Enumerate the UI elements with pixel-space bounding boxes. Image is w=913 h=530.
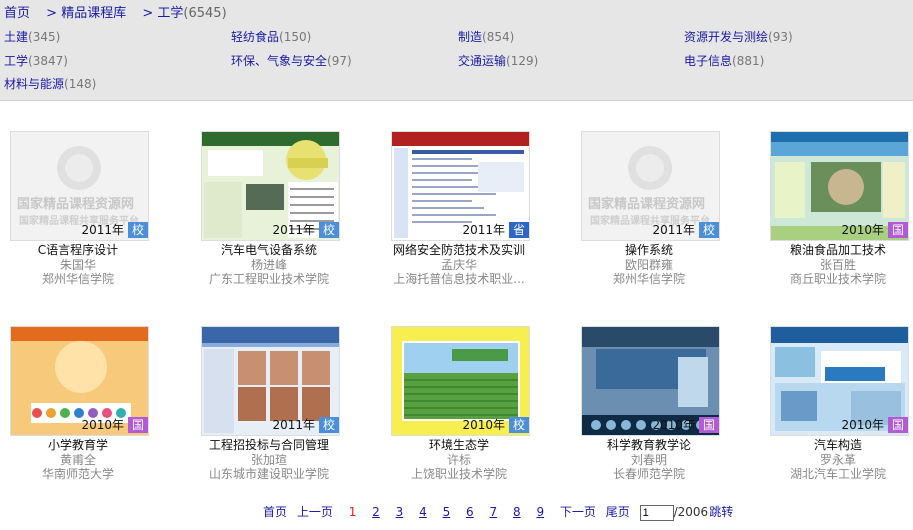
pager-page-1[interactable]: 1 bbox=[349, 505, 357, 519]
pager-go-button[interactable]: 跳转 bbox=[709, 505, 733, 519]
course-thumbnail[interactable]: 2010年校 bbox=[391, 326, 530, 436]
course-thumbnail[interactable]: 2011年省 bbox=[391, 131, 530, 241]
category-count: (345) bbox=[28, 30, 61, 44]
course-year: 2011年 bbox=[462, 223, 505, 237]
course-thumbnail[interactable]: 2011年校 bbox=[201, 131, 340, 241]
category-count: (129) bbox=[506, 54, 539, 68]
course-school: 郑州华信学院 bbox=[41, 272, 114, 286]
pager-page-5[interactable]: 5 bbox=[443, 505, 451, 519]
breadcrumb-home-link[interactable]: 首页 bbox=[4, 6, 30, 21]
course-year: 2011年 bbox=[652, 223, 695, 237]
category-name: 土建 bbox=[4, 30, 29, 44]
course-school: 广东工程职业技术学院 bbox=[208, 272, 329, 286]
course-school: 商丘职业技术学院 bbox=[789, 272, 886, 286]
breadcrumb-count: (6545) bbox=[183, 6, 227, 21]
breadcrumb: 首页 > 精品课程库 > 工学(6545) bbox=[4, 2, 227, 21]
category-count: (148) bbox=[64, 77, 97, 91]
course-year: 2010年 bbox=[652, 418, 695, 432]
category-count: (150) bbox=[279, 30, 312, 44]
category-link-huanbao[interactable]: 环保、气象与安全(97) bbox=[231, 52, 352, 69]
svg-text:国家精品课程资源网: 国家精品课程资源网 bbox=[588, 196, 705, 212]
course-year: 2011年 bbox=[272, 223, 315, 237]
category-count: (881) bbox=[732, 54, 765, 68]
category-name: 电子信息 bbox=[684, 54, 733, 68]
breadcrumb-library-link[interactable]: 精品课程库 bbox=[61, 6, 126, 21]
pager-first-link[interactable]: 首页 bbox=[263, 505, 287, 519]
course-level-badge: 校 bbox=[699, 222, 719, 238]
course-level-badge: 校 bbox=[319, 222, 339, 238]
breadcrumb-current-link[interactable]: 工学 bbox=[157, 6, 183, 21]
course-level-badge: 国 bbox=[128, 417, 148, 433]
category-count: (854) bbox=[482, 30, 515, 44]
category-name: 材料与能源 bbox=[4, 77, 65, 91]
pager-page-3[interactable]: 3 bbox=[396, 505, 404, 519]
category-link-qingfang[interactable]: 轻纺食品(150) bbox=[231, 28, 311, 45]
category-name: 资源开发与测绘 bbox=[684, 30, 769, 44]
pagination: 首页 上一页 1 2 3 4 5 6 7 8 9 下一页 尾页 /2006跳转 bbox=[263, 503, 739, 521]
pager-page-6[interactable]: 6 bbox=[466, 505, 474, 519]
course-thumbnail[interactable]: 2010年国 bbox=[770, 131, 909, 241]
course-thumbnail[interactable]: 2010年国 bbox=[581, 326, 720, 436]
pager-page-9[interactable]: 9 bbox=[536, 505, 544, 519]
course-school: 山东城市建设职业学院 bbox=[208, 467, 329, 481]
category-link-cailiao[interactable]: 材料与能源(148) bbox=[4, 75, 96, 92]
course-year: 2011年 bbox=[272, 418, 315, 432]
course-year: 2010年 bbox=[841, 418, 884, 432]
svg-text:国家精品课程资源网: 国家精品课程资源网 bbox=[17, 196, 134, 212]
course-thumbnail[interactable]: 2010年国 bbox=[770, 326, 909, 436]
breadcrumb-separator: > bbox=[142, 6, 154, 21]
category-name: 交通运输 bbox=[458, 54, 507, 68]
pager-next-link[interactable]: 下一页 bbox=[560, 505, 596, 519]
pager-prev-link[interactable]: 上一页 bbox=[297, 505, 333, 519]
course-year: 2011年 bbox=[81, 223, 124, 237]
category-header: 首页 > 精品课程库 > 工学(6545) 土建(345) 轻纺食品(150) … bbox=[0, 0, 913, 101]
course-level-badge: 校 bbox=[128, 222, 148, 238]
pager-total: /2006 bbox=[673, 505, 709, 519]
category-link-jiaotong[interactable]: 交通运输(129) bbox=[458, 52, 538, 69]
course-level-badge: 国 bbox=[699, 417, 719, 433]
course-thumbnail[interactable]: 国家精品课程资源网 国家精品课程共享服务平台 2011年校 bbox=[581, 131, 720, 241]
category-count: (93) bbox=[768, 30, 793, 44]
category-link-gongxue[interactable]: 工学(3847) bbox=[4, 52, 68, 69]
breadcrumb-separator: > bbox=[46, 6, 58, 21]
pager-page-7[interactable]: 7 bbox=[490, 505, 498, 519]
pager-page-2[interactable]: 2 bbox=[372, 505, 380, 519]
course-school: 长春师范学院 bbox=[612, 467, 685, 481]
course-level-badge: 省 bbox=[509, 222, 529, 238]
category-count: (3847) bbox=[28, 54, 68, 68]
pager-page-input[interactable] bbox=[639, 504, 674, 521]
course-school: 湖北汽车工业学院 bbox=[789, 467, 886, 481]
category-link-zhizao[interactable]: 制造(854) bbox=[458, 28, 514, 45]
category-link-tujian[interactable]: 土建(345) bbox=[4, 28, 60, 45]
course-level-badge: 校 bbox=[509, 417, 529, 433]
course-level-badge: 国 bbox=[888, 417, 908, 433]
course-thumbnail[interactable]: 2010年国 bbox=[10, 326, 149, 436]
course-school: 华南师范大学 bbox=[41, 467, 114, 481]
category-name: 环保、气象与安全 bbox=[231, 54, 328, 68]
category-name: 轻纺食品 bbox=[231, 30, 280, 44]
course-school: 上海托普信息技术职业... bbox=[393, 272, 525, 286]
course-thumbnail[interactable]: 国家精品课程资源网 国家精品课程共享服务平台 2011年校 bbox=[10, 131, 149, 241]
category-name: 制造 bbox=[458, 30, 483, 44]
course-thumbnail[interactable]: 2011年校 bbox=[201, 326, 340, 436]
pager-last-link[interactable]: 尾页 bbox=[606, 505, 630, 519]
category-link-dianzi[interactable]: 电子信息(881) bbox=[684, 52, 764, 69]
course-level-badge: 国 bbox=[888, 222, 908, 238]
course-year: 2010年 bbox=[462, 418, 505, 432]
course-school: 郑州华信学院 bbox=[612, 272, 685, 286]
category-name: 工学 bbox=[4, 54, 29, 68]
category-count: (97) bbox=[327, 54, 352, 68]
course-year: 2010年 bbox=[841, 223, 884, 237]
course-year: 2010年 bbox=[81, 418, 124, 432]
category-link-ziyuan[interactable]: 资源开发与测绘(93) bbox=[684, 28, 793, 45]
pager-page-4[interactable]: 4 bbox=[419, 505, 427, 519]
pager-page-8[interactable]: 8 bbox=[513, 505, 521, 519]
course-school: 上饶职业技术学院 bbox=[410, 467, 507, 481]
course-level-badge: 校 bbox=[319, 417, 339, 433]
